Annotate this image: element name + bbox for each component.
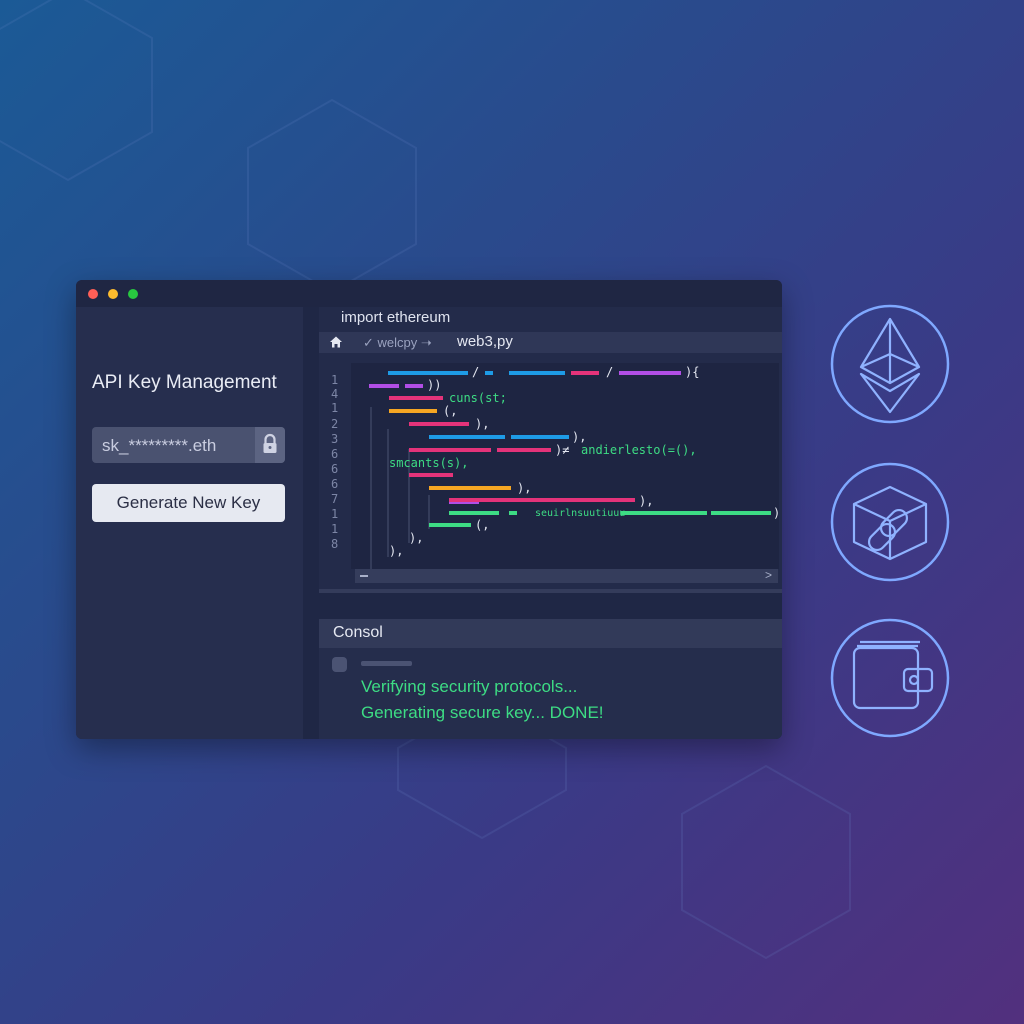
code-text: (,: [443, 404, 457, 418]
code-text: ): [773, 506, 780, 520]
code-content: / / ){ )) cuns(st; (, ), ),)≠ andierles…: [369, 365, 780, 569]
blockchain-link-icon[interactable]: [830, 462, 950, 582]
code-text: andierlesto(=(),: [581, 443, 697, 457]
wallet-icon[interactable]: [830, 618, 950, 738]
code-token: [409, 422, 469, 426]
code-token: [449, 502, 479, 504]
code-text: ){: [685, 365, 699, 379]
code-text: smcants(s),: [389, 456, 468, 470]
code-token: [405, 384, 423, 388]
console-line: Verifying security protocols...: [361, 677, 578, 696]
code-text: seuirlnsuutiuuu: [535, 508, 625, 519]
console-line: Generating secure key... DONE!: [361, 703, 604, 722]
code-token: [449, 498, 635, 502]
ide-window: API Key Management sk_*********.eth Gene…: [76, 280, 782, 739]
code-text: )≠: [555, 443, 569, 457]
code-token: [509, 371, 565, 375]
code-text: ),: [639, 494, 653, 508]
code-token: [429, 523, 471, 527]
code-token: [511, 435, 569, 439]
api-key-sidebar: API Key Management sk_*********.eth Gene…: [76, 307, 303, 739]
code-token: [429, 486, 511, 490]
window-titlebar: [76, 280, 782, 307]
console-header: Consol: [319, 619, 782, 648]
code-token: [389, 396, 443, 400]
code-token: [369, 384, 399, 388]
code-token: [571, 371, 599, 375]
console-status-indicator: [332, 657, 347, 672]
maximize-window-button[interactable]: [128, 289, 138, 299]
code-text: ),: [389, 544, 403, 558]
code-text: ),: [572, 430, 586, 444]
code-text: ),: [409, 531, 423, 545]
api-key-field[interactable]: sk_*********.eth: [92, 427, 285, 463]
code-token: [497, 448, 551, 452]
code-token: [621, 511, 707, 515]
code-token: [485, 371, 493, 375]
minimize-window-button[interactable]: [108, 289, 118, 299]
console-panel: Consol Verifying security protocols... G…: [319, 619, 782, 739]
code-token: [429, 435, 505, 439]
panel-title: API Key Management: [92, 372, 277, 393]
console-title: Consol: [333, 624, 383, 641]
code-text: (,: [475, 518, 489, 532]
code-text: /: [472, 365, 479, 379]
code-token: [711, 511, 771, 515]
code-text: ),: [517, 481, 531, 495]
code-text: /: [606, 365, 613, 379]
code-token: [389, 409, 437, 413]
code-text: ),: [475, 417, 489, 431]
code-text: cuns(st;: [449, 391, 507, 405]
ethereum-icon[interactable]: [830, 304, 950, 424]
close-window-button[interactable]: [88, 289, 98, 299]
code-text: )): [427, 378, 441, 392]
generate-new-key-button[interactable]: Generate New Key: [92, 484, 285, 522]
api-key-value: sk_*********.eth: [102, 436, 217, 455]
code-token: [388, 371, 468, 375]
code-token: [409, 448, 491, 452]
lock-icon[interactable]: [255, 427, 285, 463]
code-token: [449, 511, 499, 515]
console-placeholder-bar: [361, 661, 412, 666]
code-token: [619, 371, 681, 375]
code-token: [409, 473, 453, 477]
panel-separator[interactable]: [319, 593, 782, 619]
pane-divider[interactable]: [303, 307, 319, 739]
code-token: [509, 511, 517, 515]
